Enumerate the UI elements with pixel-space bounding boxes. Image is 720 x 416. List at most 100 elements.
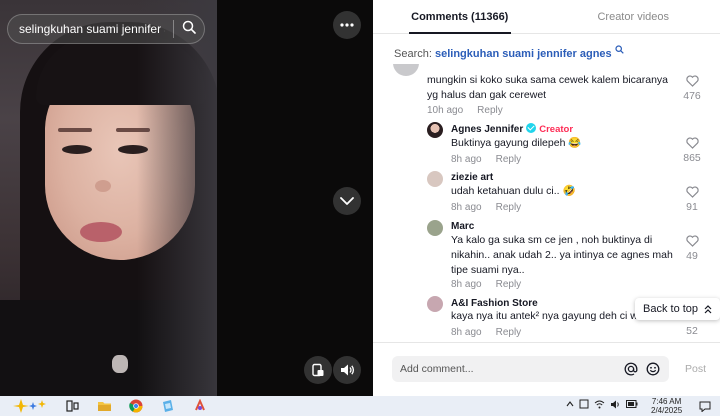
double-chevron-up-icon: [704, 304, 712, 313]
video-mouth: [80, 222, 122, 242]
video-search-query[interactable]: selingkuhan suami jennifer ag...: [19, 22, 165, 36]
comment-text: Ya kalo ga suka sm ce jen , noh buktinya…: [451, 234, 673, 276]
app-icon-blue[interactable]: [160, 398, 176, 414]
heart-icon: [685, 75, 699, 87]
comment-time: 8h ago: [451, 202, 482, 213]
battery-icon[interactable]: [626, 400, 638, 408]
avatar[interactable]: [427, 296, 443, 312]
search-keyword[interactable]: selingkuhan suami jennifer agnes: [435, 48, 612, 60]
taskbar-clock[interactable]: 7:46 AM 2/4/2025: [651, 397, 682, 415]
notification-icon[interactable]: [698, 398, 712, 414]
picture-in-picture-button[interactable]: [304, 356, 332, 384]
app-icon-red[interactable]: [192, 398, 208, 414]
like-count: 476: [683, 90, 701, 102]
comment-meta: 10h ago Reply: [427, 105, 503, 116]
wifi-icon[interactable]: [594, 400, 605, 409]
video-wall: [137, 0, 217, 396]
video-eye: [62, 145, 92, 154]
video-search-bar[interactable]: selingkuhan suami jennifer ag...: [7, 14, 205, 44]
clock-date: 2/4/2025: [651, 406, 683, 415]
like-count-wrap[interactable]: 52: [680, 325, 704, 337]
like-button[interactable]: 91: [680, 186, 704, 213]
add-comment-input[interactable]: [400, 363, 617, 375]
copilot-sparkle-icon[interactable]: [10, 398, 50, 414]
reply-item: ziezie art udah ketahuan dulu ci.. 🤣 8h …: [373, 168, 720, 216]
comment-time: 8h ago: [451, 279, 482, 290]
video-frame: [0, 0, 217, 396]
comment-username[interactable]: A&I Fashion Store: [451, 298, 538, 309]
video-brow: [58, 128, 92, 132]
next-video-button[interactable]: [333, 187, 361, 215]
speaker-icon[interactable]: [610, 400, 621, 409]
comment-text: Buktinya gayung dilepeh 😂: [451, 137, 582, 149]
comment-search-link[interactable]: Search: selingkuhan suami jennifer agnes: [394, 45, 624, 60]
comment-text: udah ketahuan dulu ci.. 🤣: [451, 185, 576, 197]
post-button[interactable]: Post: [685, 363, 706, 375]
like-button[interactable]: 476: [680, 75, 704, 102]
search-icon[interactable]: [182, 20, 196, 39]
like-count: 91: [686, 201, 698, 213]
tab-creator-videos[interactable]: Creator videos: [547, 0, 720, 33]
comment-text: kaya nya itu antek² nya gayung deh ci wk…: [451, 310, 656, 322]
like-count: 49: [686, 250, 698, 262]
comment-username[interactable]: ziezie art: [451, 172, 493, 183]
comment-username[interactable]: Agnes Jennifer Creator: [451, 123, 573, 135]
file-explorer-icon[interactable]: [96, 398, 112, 414]
avatar[interactable]: [427, 122, 443, 138]
avatar[interactable]: [427, 220, 443, 236]
task-view-icon[interactable]: [64, 398, 80, 414]
reply-item: Marc Ya kalo ga suka sm ce jen , noh buk…: [373, 217, 720, 295]
comment-meta: 8h ago Reply: [451, 154, 521, 165]
avatar[interactable]: [427, 171, 443, 187]
comment-meta: 8h ago Reply: [451, 279, 521, 290]
pip-icon: [312, 363, 324, 377]
panel-tabs: Comments (11366) Creator videos: [373, 0, 720, 34]
comment-time: 8h ago: [451, 154, 482, 165]
search-prefix: Search:: [394, 48, 432, 60]
chevron-up-icon[interactable]: [566, 401, 574, 407]
comment-time: 10h ago: [427, 105, 464, 116]
reply-item: Agnes Jennifer Creator Buktinya gayung di…: [373, 120, 720, 168]
reply-button[interactable]: Reply: [496, 154, 522, 165]
comment-text: mungkin si koko suka sama cewek kalem bi…: [427, 74, 669, 101]
volume-button[interactable]: [333, 356, 361, 384]
system-tray: [566, 399, 638, 409]
tray-app-icon[interactable]: [579, 399, 589, 409]
add-comment-box[interactable]: [392, 356, 669, 382]
comment-time: 8h ago: [451, 327, 482, 338]
comment-item: mungkin si koko suka sama cewek kalem bi…: [373, 64, 720, 119]
more-options-button[interactable]: [333, 11, 361, 39]
mention-icon[interactable]: [623, 361, 639, 377]
reply-button[interactable]: Reply: [477, 105, 503, 116]
chevron-down-icon: [340, 196, 354, 205]
search-divider: [173, 20, 174, 38]
comment-meta: 8h ago Reply: [451, 327, 521, 338]
screen: selingkuhan suami jennifer ag... Comment…: [0, 0, 720, 416]
clock-time: 7:46 AM: [651, 397, 682, 406]
reply-button[interactable]: Reply: [496, 327, 522, 338]
comments-panel: Comments (11366) Creator videos Search: …: [373, 0, 720, 396]
speaker-icon: [340, 364, 354, 376]
heart-icon: [685, 137, 699, 149]
chrome-icon[interactable]: [128, 398, 144, 414]
like-count: 52: [686, 325, 698, 337]
reply-button[interactable]: Reply: [496, 202, 522, 213]
like-button[interactable]: 865: [680, 137, 704, 164]
username-text[interactable]: Agnes Jennifer: [451, 124, 523, 135]
reply-button[interactable]: Reply: [496, 279, 522, 290]
verified-icon: [526, 123, 537, 133]
avatar[interactable]: [393, 64, 419, 76]
heart-icon: [685, 186, 699, 198]
emoji-icon[interactable]: [645, 361, 661, 377]
taskbar: 7:46 AM 2/4/2025: [0, 396, 720, 416]
like-count: 865: [683, 152, 701, 164]
like-button[interactable]: 49: [680, 235, 704, 262]
comment-meta: 8h ago Reply: [451, 202, 521, 213]
back-to-top-button[interactable]: Back to top: [635, 298, 720, 320]
comment-username[interactable]: Marc: [451, 221, 474, 232]
video-player[interactable]: selingkuhan suami jennifer ag...: [0, 0, 373, 396]
add-comment-bar: Post: [373, 342, 720, 396]
back-to-top-label: Back to top: [643, 303, 699, 315]
tab-comments[interactable]: Comments (11366): [373, 0, 547, 34]
creator-badge: Creator: [539, 124, 574, 135]
